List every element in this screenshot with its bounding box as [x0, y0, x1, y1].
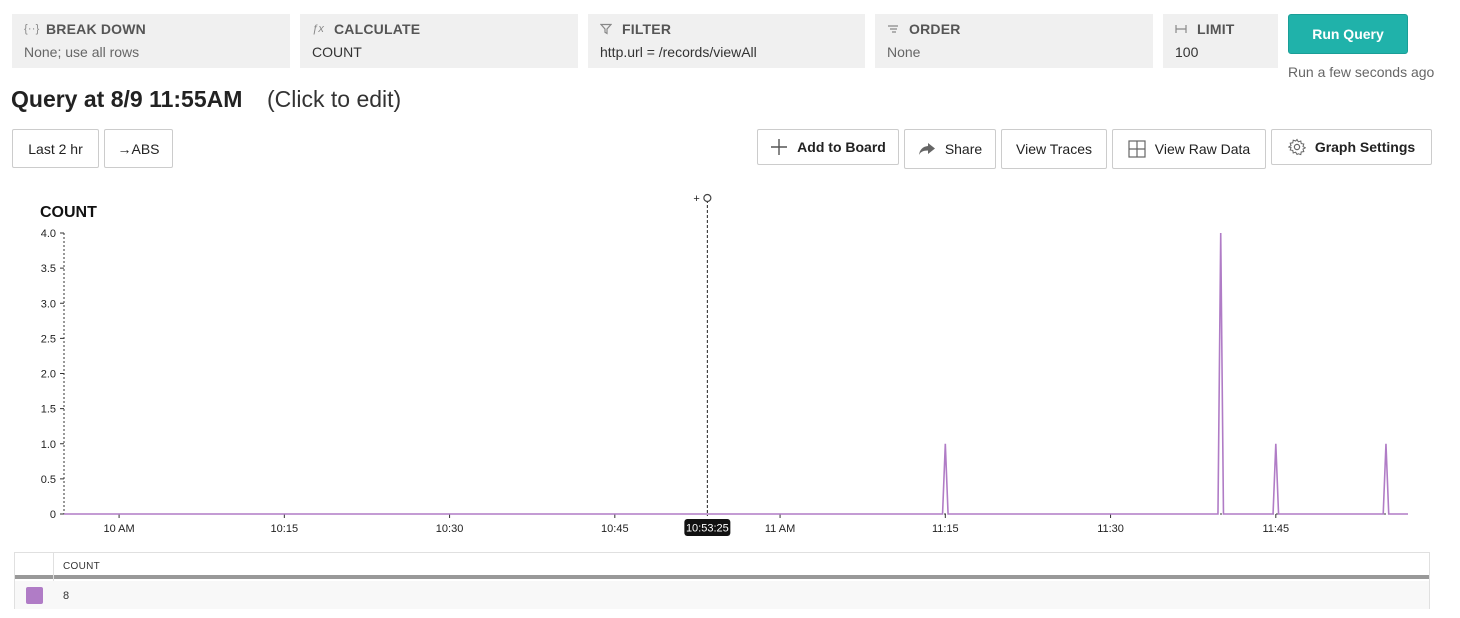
y-tick-label: 3.0 [41, 298, 56, 310]
order-icon [887, 24, 903, 34]
results-column-count[interactable]: COUNT [63, 561, 100, 572]
y-tick-label: 0 [50, 509, 56, 521]
view-traces-button[interactable]: View Traces [1001, 129, 1107, 169]
count-series-line [64, 232, 1408, 515]
chart-title: COUNT [40, 204, 97, 221]
y-tick-label: 1.0 [41, 439, 56, 451]
y-tick-label: 4.0 [41, 228, 56, 240]
breakdown-icon: {··} [24, 23, 40, 35]
graph-settings-label: Graph Settings [1314, 139, 1416, 155]
x-tick-label: 11 AM [765, 523, 795, 535]
filter-icon [600, 23, 616, 35]
x-tick-label: 10:15 [271, 523, 299, 535]
graph-settings-button[interactable]: Graph Settings [1271, 129, 1432, 165]
view-raw-data-label: View Raw Data [1154, 141, 1251, 157]
absolute-time-button[interactable]: →ABS [104, 129, 173, 168]
absolute-time-label: →ABS [117, 140, 160, 157]
x-tick-label: 11:30 [1097, 523, 1124, 535]
y-tick-label: 2.5 [41, 333, 56, 345]
breakdown-label: BREAK DOWN [46, 21, 146, 37]
share-icon [918, 142, 936, 156]
y-tick-label: 0.5 [41, 474, 56, 486]
x-tick-label: 10:30 [436, 523, 464, 535]
calculate-value: COUNT [312, 44, 362, 60]
cursor-handle-icon[interactable] [703, 193, 712, 203]
share-button[interactable]: Share [904, 129, 996, 169]
series-color-swatch [26, 587, 43, 604]
limit-label: LIMIT [1197, 21, 1235, 37]
order-value: None [887, 44, 921, 60]
x-tick-label: 10 AM [103, 523, 134, 535]
time-range-button[interactable]: Last 2 hr [12, 129, 99, 168]
calculate-label: CALCULATE [334, 21, 421, 37]
y-tick-label: 1.5 [41, 404, 56, 416]
limit-clause[interactable]: LIMIT 100 [1163, 14, 1278, 68]
order-clause[interactable]: ORDER None [875, 14, 1153, 68]
run-status: Run a few seconds ago [1288, 64, 1435, 80]
order-label: ORDER [909, 21, 961, 37]
count-value: 8 [63, 590, 70, 602]
limit-icon [1175, 24, 1191, 34]
breakdown-value: None; use all rows [24, 44, 140, 60]
results-table: COUNT 8 [14, 552, 1430, 609]
time-range-label: Last 2 hr [28, 140, 83, 157]
cursor-add-icon: + [693, 193, 699, 205]
plus-icon [770, 138, 788, 156]
share-label: Share [944, 141, 983, 157]
limit-value: 100 [1175, 44, 1199, 60]
count-chart[interactable]: COUNT 0 0.5 1.0 1.5 2.0 2.5 3.0 3.5 4.0 10 AM 10:15… [0, 188, 1460, 538]
run-query-button[interactable]: Run Query [1288, 14, 1408, 54]
view-raw-data-button[interactable]: View Raw Data [1112, 129, 1266, 169]
add-to-board-label: Add to Board [797, 139, 886, 155]
breakdown-clause[interactable]: {··} BREAK DOWN None; use all rows [12, 14, 290, 68]
x-tick-label: 11:45 [1262, 523, 1289, 535]
results-table-header: COUNT [15, 553, 1429, 579]
chart-svg[interactable]: COUNT 0 0.5 1.0 1.5 2.0 2.5 3.0 3.5 4.0 10 AM 10:15… [0, 188, 1460, 538]
cursor-time-label: 10:53:25 [686, 523, 729, 535]
edit-query-link[interactable]: (Click to edit) [267, 86, 401, 113]
filter-value: http.url = /records/viewAll [600, 44, 757, 60]
x-tick-label: 10:45 [601, 523, 629, 535]
y-tick-label: 2.0 [41, 369, 56, 381]
gear-icon [1287, 138, 1306, 156]
grid-icon [1128, 140, 1146, 158]
filter-clause[interactable]: FILTER http.url = /records/viewAll [588, 14, 865, 68]
table-row[interactable]: 8 [15, 581, 1429, 609]
function-icon: ƒx [312, 23, 325, 35]
y-tick-label: 3.5 [41, 263, 56, 275]
add-to-board-button[interactable]: Add to Board [757, 129, 899, 165]
x-tick-label: 11:15 [932, 523, 959, 535]
view-traces-label: View Traces [1016, 141, 1092, 157]
query-title: Query at 8/9 11:55AM [11, 86, 243, 112]
calculate-clause[interactable]: ƒx CALCULATE COUNT [300, 14, 578, 68]
filter-label: FILTER [622, 21, 672, 37]
